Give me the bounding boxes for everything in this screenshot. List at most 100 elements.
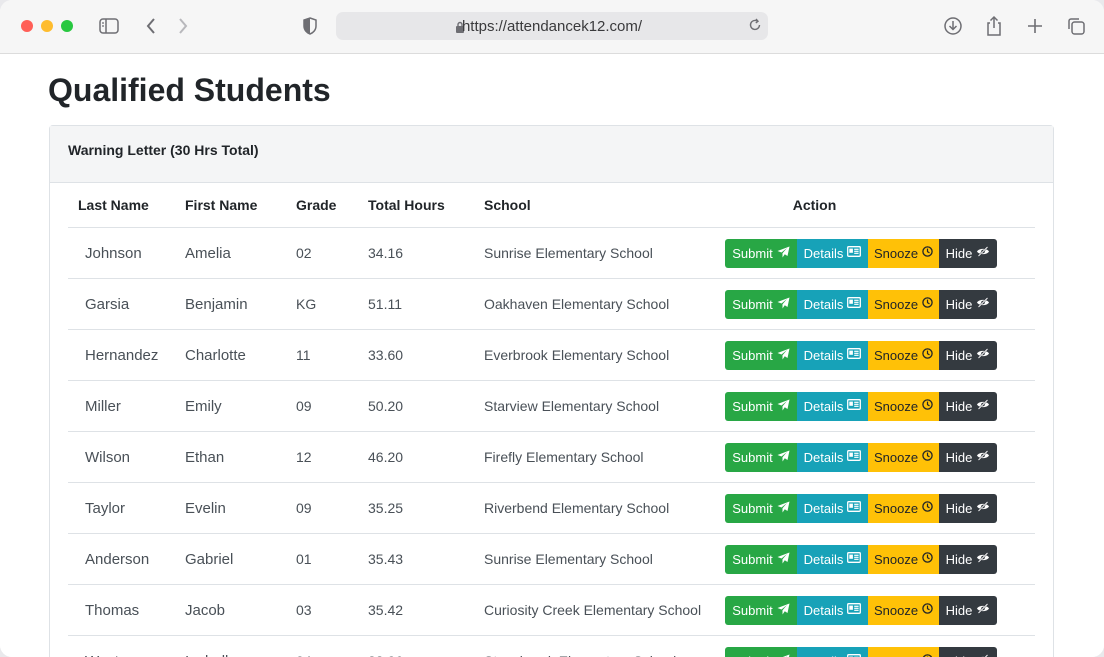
hide-button[interactable]: Hide	[939, 544, 997, 574]
table-row: Garsia Benjamin KG 51.11 Oakhaven Elementary…	[68, 278, 1035, 330]
cell-school-and-action: Stonybrook Elementary School Submit Detail…	[484, 635, 1035, 657]
forward-icon[interactable]	[171, 14, 195, 38]
cell-total-hours: 34.16	[368, 227, 484, 279]
cell-last-name: West	[68, 635, 185, 657]
downloads-icon[interactable]	[941, 14, 965, 38]
snooze-button[interactable]: Snooze	[868, 442, 939, 472]
snooze-label: Snooze	[873, 296, 919, 312]
submit-button[interactable]: Submit	[725, 340, 797, 370]
details-button[interactable]: Details	[797, 646, 868, 657]
address-bar[interactable]: https://attendancek12.com/	[336, 12, 768, 40]
details-button[interactable]: Details	[797, 544, 868, 574]
page-title: Qualified Students	[48, 72, 331, 108]
share-icon[interactable]	[982, 14, 1006, 38]
snooze-button[interactable]: Snooze	[868, 544, 939, 574]
submit-label: Submit	[732, 347, 773, 363]
cell-school-and-action: Curiosity Creek Elementary School Submit D…	[484, 584, 1035, 636]
cell-school-and-action: Sunrise Elementary School Submit Details Sn…	[484, 533, 1035, 585]
hide-button[interactable]: Hide	[939, 391, 997, 421]
table-row: Johnson Amelia 02 34.16 Sunrise Elementary S…	[68, 227, 1035, 279]
hide-button[interactable]: Hide	[939, 289, 997, 319]
submit-button[interactable]: Submit	[725, 493, 797, 523]
snooze-button[interactable]: Snooze	[868, 340, 939, 370]
submit-label: Submit	[732, 551, 773, 567]
details-button[interactable]: Details	[797, 442, 868, 472]
paper-plane-icon	[777, 297, 790, 312]
submit-button[interactable]: Submit	[725, 544, 797, 574]
column-header-grade[interactable]: Grade	[296, 183, 368, 228]
cell-last-name: Hernandez	[68, 329, 185, 381]
eye-slash-icon	[976, 552, 990, 566]
hide-label: Hide	[945, 602, 973, 618]
column-header-last-name[interactable]: Last Name	[68, 183, 185, 228]
details-label: Details	[803, 602, 844, 618]
snooze-label: Snooze	[873, 245, 919, 261]
details-button[interactable]: Details	[797, 340, 868, 370]
submit-button[interactable]: Submit	[725, 595, 797, 625]
table-row: Thomas Jacob 03 35.42 Curiosity Creek Elemen…	[68, 584, 1035, 636]
details-button[interactable]: Details	[797, 493, 868, 523]
cell-last-name: Johnson	[68, 227, 185, 279]
snooze-button[interactable]: Snooze	[868, 391, 939, 421]
details-button[interactable]: Details	[797, 289, 868, 319]
snooze-button[interactable]: Snooze	[868, 493, 939, 523]
column-header-total-hours[interactable]: Total Hours	[368, 183, 484, 228]
hide-button[interactable]: Hide	[939, 595, 997, 625]
hide-button[interactable]: Hide	[939, 493, 997, 523]
eye-slash-icon	[976, 450, 990, 464]
minimize-window-button[interactable]	[41, 20, 53, 32]
submit-button[interactable]: Submit	[725, 646, 797, 657]
action-button-group: Submit Details Snooze Hide	[725, 391, 997, 421]
new-tab-icon[interactable]	[1023, 14, 1047, 38]
cell-first-name: Evelin	[185, 482, 296, 534]
details-button[interactable]: Details	[797, 595, 868, 625]
privacy-shield-icon[interactable]	[298, 14, 322, 38]
sidebar-toggle-icon[interactable]	[97, 14, 121, 38]
column-header-first-name[interactable]: First Name	[185, 183, 296, 228]
hide-button[interactable]: Hide	[939, 238, 997, 268]
snooze-button[interactable]: Snooze	[868, 646, 939, 657]
cell-total-hours: 33.06	[368, 635, 484, 657]
cell-grade: 02	[296, 227, 368, 279]
submit-button[interactable]: Submit	[725, 238, 797, 268]
cell-total-hours: 50.20	[368, 380, 484, 432]
submit-button[interactable]: Submit	[725, 442, 797, 472]
back-icon[interactable]	[139, 14, 163, 38]
details-button[interactable]: Details	[797, 238, 868, 268]
zoom-window-button[interactable]	[61, 20, 73, 32]
hide-button[interactable]: Hide	[939, 646, 997, 657]
table-row: Anderson Gabriel 01 35.43 Sunrise Elementary…	[68, 533, 1035, 585]
action-button-group: Submit Details Snooze Hide	[725, 544, 997, 574]
clock-icon	[922, 297, 933, 311]
hide-button[interactable]: Hide	[939, 340, 997, 370]
cell-school-and-action: Starview Elementary School Submit Details S…	[484, 380, 1035, 432]
submit-button[interactable]: Submit	[725, 289, 797, 319]
tab-overview-icon[interactable]	[1064, 14, 1088, 38]
cell-school-and-action: Oakhaven Elementary School Submit Details S…	[484, 278, 1035, 330]
paper-plane-icon	[777, 552, 790, 567]
cell-school-and-action: Sunrise Elementary School Submit Details Sn…	[484, 227, 1035, 279]
cell-school: Everbrook Elementary School	[484, 347, 670, 363]
paper-plane-icon	[777, 348, 790, 363]
column-header-school[interactable]: School	[484, 183, 594, 228]
snooze-label: Snooze	[873, 347, 919, 363]
table-row: Miller Emily 09 50.20 Starview Elementary Sc…	[68, 380, 1035, 432]
cell-grade: 11	[296, 329, 368, 381]
cell-first-name: Gabriel	[185, 533, 296, 585]
details-button[interactable]: Details	[797, 391, 868, 421]
reload-icon[interactable]	[748, 18, 762, 37]
action-button-group: Submit Details Snooze Hide	[725, 289, 997, 319]
snooze-button[interactable]: Snooze	[868, 595, 939, 625]
hide-button[interactable]: Hide	[939, 442, 997, 472]
eye-slash-icon	[976, 246, 990, 260]
snooze-button[interactable]: Snooze	[868, 238, 939, 268]
action-button-group: Submit Details Snooze Hide	[725, 238, 997, 268]
browser-window: https://attendancek12.com/ Qualified Stu…	[0, 0, 1104, 657]
hide-label: Hide	[945, 449, 973, 465]
cell-first-name: Charlotte	[185, 329, 296, 381]
close-window-button[interactable]	[21, 20, 33, 32]
id-card-icon	[847, 246, 862, 260]
submit-button[interactable]: Submit	[725, 391, 797, 421]
submit-label: Submit	[732, 602, 773, 618]
snooze-button[interactable]: Snooze	[868, 289, 939, 319]
